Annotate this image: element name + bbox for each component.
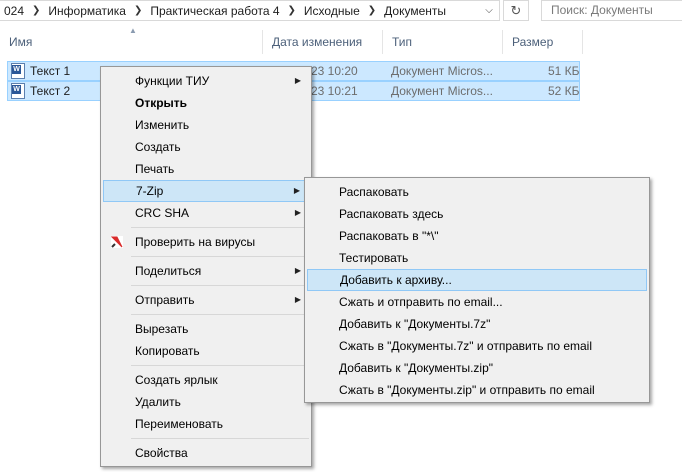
sort-ascending-icon: ▲	[129, 26, 137, 35]
file-name: Текст 1	[30, 64, 71, 78]
menu-item-properties[interactable]: Свойства	[103, 442, 309, 464]
address-bar: 024 ❯ Информатика ❯ Практическая работа …	[0, 0, 682, 22]
menu-item-print[interactable]: Печать	[103, 158, 309, 180]
menu-item-label: Проверить на вирусы	[135, 235, 256, 249]
submenu-arrow-icon: ▶	[294, 266, 301, 275]
breadcrumb-item[interactable]: Практическая работа 4	[146, 4, 283, 18]
menu-item-create[interactable]: Создать	[103, 136, 309, 158]
menu-item-copy[interactable]: Копировать	[103, 340, 309, 362]
zip-extract[interactable]: Распаковать	[307, 181, 647, 203]
file-date: 23 10:21	[311, 84, 358, 98]
menu-item-label: 7-Zip	[136, 184, 164, 198]
kaspersky-shield-icon	[111, 236, 123, 248]
chevron-right-icon[interactable]: ❯	[28, 5, 44, 16]
menu-item-label: Поделиться	[135, 264, 202, 278]
menu-separator	[131, 314, 309, 315]
file-name: Текст 2	[30, 84, 71, 98]
menu-separator	[131, 285, 309, 286]
chevron-right-icon[interactable]: ❯	[130, 5, 146, 16]
menu-item-delete[interactable]: Удалить	[103, 391, 309, 413]
chevron-right-icon[interactable]: ❯	[364, 5, 380, 16]
file-size: 52 КБ	[548, 84, 580, 98]
file-size: 51 КБ	[548, 64, 580, 78]
file-type: Документ Micros...	[391, 64, 493, 78]
menu-item-label: Функции ТИУ	[135, 74, 210, 88]
file-type: Документ Micros...	[391, 84, 493, 98]
search-input[interactable]: Поиск: Документы	[541, 0, 682, 21]
breadcrumb[interactable]: 024 ❯ Информатика ❯ Практическая работа …	[0, 0, 500, 21]
menu-item-edit[interactable]: Изменить	[103, 114, 309, 136]
breadcrumb-item[interactable]: Документы	[380, 4, 450, 18]
menu-separator	[131, 227, 309, 228]
column-header-type[interactable]: Тип	[383, 30, 503, 54]
breadcrumb-item[interactable]: Исходные	[300, 4, 364, 18]
menu-item-rename[interactable]: Переименовать	[103, 413, 309, 435]
zip-extract-to[interactable]: Распаковать в "*\"	[307, 225, 647, 247]
column-header-date[interactable]: Дата изменения	[263, 30, 383, 54]
submenu-arrow-icon: ▶	[294, 295, 301, 304]
chevron-right-icon[interactable]: ❯	[284, 5, 300, 16]
breadcrumb-item[interactable]: Информатика	[44, 4, 130, 18]
menu-item-label: Отправить	[135, 293, 195, 307]
7zip-submenu: Распаковать Распаковать здесь Распаковат…	[304, 177, 650, 403]
menu-separator	[131, 438, 309, 439]
column-header-size[interactable]: Размер	[503, 30, 583, 54]
menu-separator	[131, 256, 309, 257]
chevron-down-icon[interactable]: ⌵	[478, 0, 500, 21]
word-document-icon	[11, 83, 25, 99]
zip-add-zip[interactable]: Добавить к "Документы.zip"	[307, 357, 647, 379]
submenu-arrow-icon: ▶	[294, 208, 301, 217]
column-headers: Имя Дата изменения Тип Размер	[0, 30, 682, 54]
breadcrumb-item[interactable]: 024	[0, 4, 28, 18]
zip-test[interactable]: Тестировать	[307, 247, 647, 269]
menu-item-7zip[interactable]: 7-Zip ▶	[103, 180, 309, 202]
menu-item-open[interactable]: Открыть	[103, 92, 309, 114]
menu-item-create-shortcut[interactable]: Создать ярлык	[103, 369, 309, 391]
zip-compress-zip-email[interactable]: Сжать в "Документы.zip" и отправить по e…	[307, 379, 647, 401]
menu-separator	[131, 365, 309, 366]
zip-extract-here[interactable]: Распаковать здесь	[307, 203, 647, 225]
zip-compress-email[interactable]: Сжать и отправить по email...	[307, 291, 647, 313]
file-date: 23 10:20	[311, 64, 358, 78]
menu-item-crc-sha[interactable]: CRC SHA ▶	[103, 202, 309, 224]
context-menu: Функции ТИУ ▶ Открыть Изменить Создать Пе…	[100, 66, 312, 467]
zip-add-to-archive[interactable]: Добавить к архиву...	[307, 269, 647, 291]
menu-item-label: CRC SHA	[135, 206, 190, 220]
word-document-icon	[11, 63, 25, 79]
submenu-arrow-icon: ▶	[294, 76, 301, 85]
menu-item-send-to[interactable]: Отправить ▶	[103, 289, 309, 311]
menu-item-scan-viruses[interactable]: Проверить на вирусы	[103, 231, 309, 253]
zip-add-7z[interactable]: Добавить к "Документы.7z"	[307, 313, 647, 335]
menu-item-cut[interactable]: Вырезать	[103, 318, 309, 340]
menu-item-share[interactable]: Поделиться ▶	[103, 260, 309, 282]
zip-compress-7z-email[interactable]: Сжать в "Документы.7z" и отправить по em…	[307, 335, 647, 357]
refresh-icon[interactable]: ↻	[503, 0, 529, 21]
submenu-arrow-icon: ▶	[293, 186, 300, 195]
menu-item-tiu[interactable]: Функции ТИУ ▶	[103, 70, 309, 92]
